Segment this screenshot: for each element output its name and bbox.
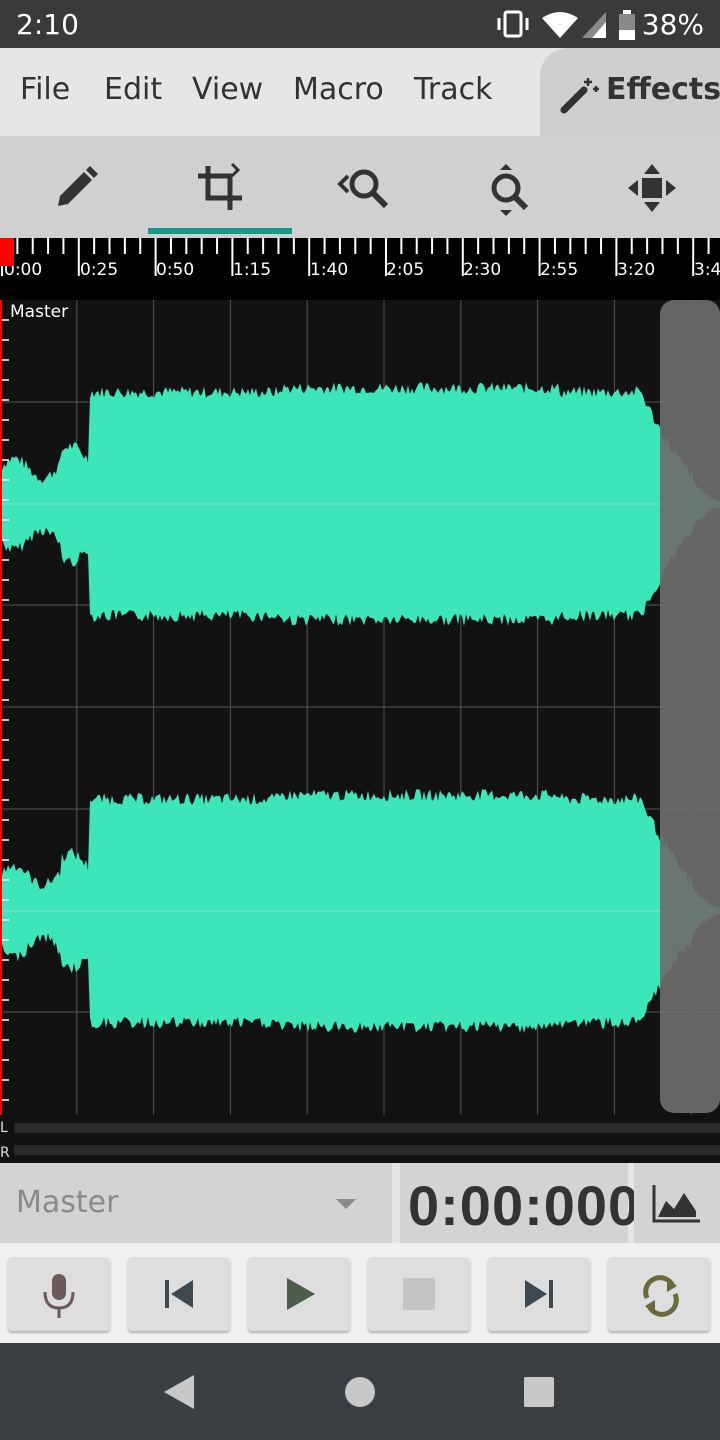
ruler-label: 2:55: [540, 260, 579, 280]
ruler-label: 0:25: [80, 260, 119, 280]
skip-start-icon: [165, 1280, 193, 1308]
recents-icon[interactable]: [524, 1377, 554, 1412]
ruler-label: 3:4: [694, 260, 720, 280]
battery-icon: [618, 10, 636, 45]
menu-view[interactable]: View: [192, 72, 263, 107]
meter-left-label: L: [0, 1120, 8, 1136]
stop-icon: [403, 1278, 435, 1310]
time-display: 0:00:000: [400, 1163, 639, 1243]
control-row: Master 0:00:000: [0, 1163, 720, 1243]
waveform-canvas: [0, 300, 720, 1115]
ruler-label: 2:30: [463, 260, 502, 280]
loop-icon: [643, 1275, 679, 1317]
play-button[interactable]: [248, 1257, 350, 1331]
waveform-view[interactable]: Master: [0, 300, 720, 1115]
vibrate-icon: [496, 10, 530, 43]
magic-wand-icon: [560, 74, 602, 119]
menu-bar: File Edit View Macro Track Effects: [0, 48, 720, 136]
meter-right-label: R: [0, 1145, 10, 1161]
status-time: 2:10: [16, 8, 79, 41]
record-button[interactable]: [8, 1257, 110, 1331]
track-select-dropdown[interactable]: Master: [0, 1163, 392, 1243]
timeline-ruler[interactable]: 0:00 0:25 0:50 1:15 1:40 2:05 2:30 2:55 …: [0, 238, 720, 300]
track-select-value: Master: [16, 1185, 119, 1220]
track-name-label: Master: [10, 302, 69, 322]
move-icon[interactable]: [624, 160, 680, 216]
loop-button[interactable]: [608, 1257, 710, 1331]
ruler-label: 3:20: [617, 260, 656, 280]
mic-icon: [43, 1274, 75, 1318]
play-icon: [287, 1278, 315, 1310]
back-icon[interactable]: [164, 1375, 196, 1414]
home-icon[interactable]: [344, 1376, 376, 1413]
ruler-label: 2:05: [386, 260, 425, 280]
menu-macro[interactable]: Macro: [293, 72, 384, 107]
ruler-label: 1:40: [310, 260, 349, 280]
skip-end-icon: [525, 1280, 553, 1308]
scroll-thumb[interactable]: [660, 300, 720, 1113]
ruler-label: 0:50: [156, 260, 195, 280]
menu-file[interactable]: File: [20, 72, 70, 107]
battery-percent: 38%: [641, 8, 704, 41]
menu-track[interactable]: Track: [414, 72, 493, 107]
ruler-label: 1:15: [233, 260, 272, 280]
zoom-horizontal-icon[interactable]: [336, 160, 392, 216]
status-bar: 2:10 38%: [0, 0, 720, 48]
toolbar: [0, 136, 720, 238]
menu-effects[interactable]: Effects: [540, 48, 720, 136]
skip-end-button[interactable]: [488, 1257, 590, 1331]
meter-left-bar: [14, 1123, 720, 1133]
signal-icon: [582, 12, 606, 43]
skip-start-button[interactable]: [128, 1257, 230, 1331]
menu-edit[interactable]: Edit: [104, 72, 162, 107]
spectrum-graph-button[interactable]: [634, 1163, 720, 1243]
level-meters: L R: [0, 1115, 720, 1163]
playhead-marker[interactable]: [0, 238, 14, 266]
area-chart-icon: [652, 1183, 702, 1228]
transport-bar: [0, 1243, 720, 1343]
pencil-icon[interactable]: [48, 160, 104, 216]
stop-button[interactable]: [368, 1257, 470, 1331]
chevron-down-icon: [336, 1199, 356, 1209]
active-tool-indicator: [148, 228, 292, 234]
system-nav-bar: [0, 1343, 720, 1440]
wifi-icon: [542, 12, 578, 43]
time-display-value: 0:00:000: [408, 1174, 641, 1237]
meter-right-bar: [14, 1145, 720, 1155]
zoom-vertical-icon[interactable]: [480, 160, 536, 216]
crop-icon[interactable]: [192, 160, 248, 216]
menu-effects-label: Effects: [606, 72, 720, 107]
